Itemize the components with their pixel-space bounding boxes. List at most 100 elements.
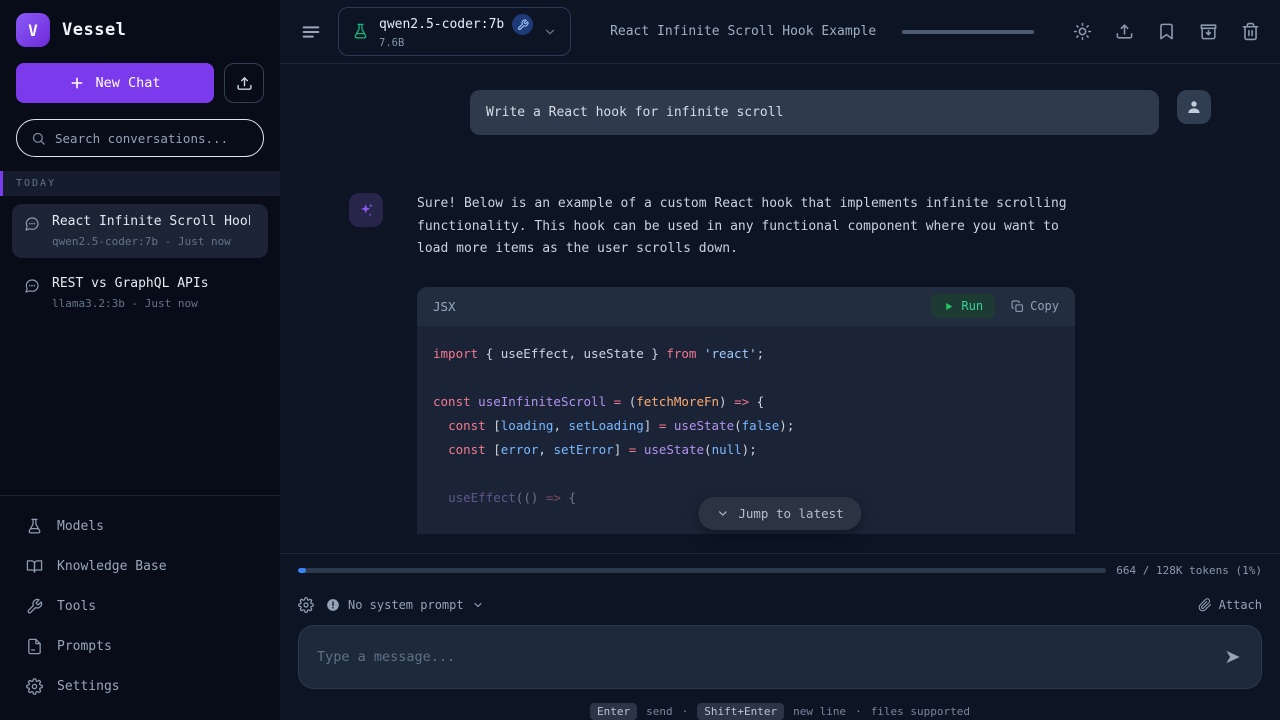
composer-hints: Enter send · Shift+Enter new line · file… <box>298 703 1262 720</box>
user-message-row: Write a React hook for infinite scroll <box>349 90 1211 135</box>
assistant-intro-text: Sure! Below is an example of a custom Re… <box>417 193 1069 261</box>
code-language-label: JSX <box>433 299 456 314</box>
sidebar-actions: New Chat <box>0 59 280 103</box>
sidebar-item-models[interactable]: Models <box>8 506 272 546</box>
paperclip-icon <box>1198 598 1212 612</box>
sidebar-item-label: Settings <box>57 679 120 694</box>
trash-icon[interactable] <box>1241 22 1260 41</box>
flask-icon <box>352 23 369 40</box>
shift-enter-key-hint: Shift+Enter <box>697 703 784 720</box>
assistant-avatar <box>349 193 383 227</box>
model-info: qwen2.5-coder:7b 7.6B <box>379 14 533 49</box>
conversation-title: REST vs GraphQL APIs <box>52 276 209 291</box>
sidebar-item-knowledge-base[interactable]: Knowledge Base <box>8 546 272 586</box>
brand-row: V Vessel <box>0 0 280 59</box>
chevron-down-icon <box>472 599 484 611</box>
sidebar-nav: Models Knowledge Base Tools Prompts <box>0 495 280 720</box>
jump-to-latest-label: Jump to latest <box>738 506 843 521</box>
run-code-button[interactable]: Run <box>931 294 995 318</box>
sidebar-item-prompts[interactable]: Prompts <box>8 626 272 666</box>
message-input[interactable] <box>317 647 1211 667</box>
topbar: qwen2.5-coder:7b 7.6B React Infinite Scr… <box>280 0 1280 64</box>
sidebar-item-tools[interactable]: Tools <box>8 586 272 626</box>
attach-label: Attach <box>1219 598 1262 612</box>
topbar-actions <box>1073 22 1260 41</box>
copy-code-button[interactable]: Copy <box>1011 299 1059 313</box>
conversations-section-header: TODAY <box>0 171 280 196</box>
files-supported-hint: files supported <box>871 705 970 718</box>
main-area: qwen2.5-coder:7b 7.6B React Infinite Scr… <box>280 0 1280 720</box>
code-actions: Run Copy <box>931 294 1059 318</box>
conversation-item[interactable]: REST vs GraphQL APIs llama3.2:3b - Just … <box>12 266 268 320</box>
sidebar-spacer <box>0 320 280 495</box>
jump-to-latest-button[interactable]: Jump to latest <box>698 497 861 530</box>
import-chat-button[interactable] <box>224 63 264 103</box>
enter-key-hint: Enter <box>590 703 637 720</box>
conversation-meta: qwen2.5-coder:7b - Just now <box>52 235 250 248</box>
conversation-item-active[interactable]: React Infinite Scroll Hook Ex… qwen2.5-c… <box>12 204 268 258</box>
theme-toggle-sun-icon[interactable] <box>1073 22 1092 41</box>
search-conversations-box[interactable] <box>16 119 264 157</box>
logo-letter: V <box>28 21 38 40</box>
code-line: const [error, setError] = useState(null)… <box>433 438 1059 462</box>
conversation-texts: REST vs GraphQL APIs llama3.2:3b - Just … <box>52 276 209 310</box>
enter-action-hint: send <box>646 705 673 718</box>
share-icon[interactable] <box>1115 22 1134 41</box>
chat-bubble-icon <box>24 216 40 248</box>
shift-enter-action-hint: new line <box>793 705 846 718</box>
code-line: const useInfiniteScroll = (fetchMoreFn) … <box>433 390 1059 414</box>
message-input-box <box>298 625 1262 689</box>
hint-separator: · <box>682 705 689 718</box>
play-icon <box>943 301 954 312</box>
topbar-center: React Infinite Scroll Hook Example <box>587 24 1057 39</box>
copy-label: Copy <box>1030 299 1059 313</box>
sparkles-icon <box>357 201 376 220</box>
system-prompt-selector[interactable]: No system prompt <box>326 598 484 612</box>
model-size: 7.6B <box>379 37 533 49</box>
upload-icon <box>236 75 253 92</box>
vessel-logo: V <box>16 13 50 47</box>
sidebar-item-label: Knowledge Base <box>57 559 167 574</box>
composer-settings-gear-icon[interactable] <box>298 597 314 613</box>
page-title: React Infinite Scroll Hook Example <box>610 24 876 39</box>
send-icon <box>1223 647 1243 667</box>
chevron-down-icon <box>716 507 729 520</box>
sidebar-item-settings[interactable]: Settings <box>8 666 272 706</box>
section-label: TODAY <box>16 178 56 189</box>
wrench-badge-icon <box>512 14 533 35</box>
app-root: V Vessel New Chat TODAY <box>0 0 1280 720</box>
plus-icon <box>69 75 85 91</box>
code-line: import { useEffect, useState } from 'rea… <box>433 342 1059 366</box>
sidebar-item-label: Models <box>57 519 104 534</box>
search-conversations-input[interactable] <box>55 131 249 146</box>
info-icon <box>326 598 340 612</box>
chevron-down-icon <box>543 25 557 39</box>
archive-icon[interactable] <box>1199 22 1218 41</box>
flask-icon <box>26 518 43 535</box>
search-icon <box>31 131 46 146</box>
menu-icon[interactable] <box>300 21 322 43</box>
user-avatar <box>1177 90 1211 124</box>
header-progress-bar <box>902 30 1034 34</box>
code-block-header: JSX Run <box>417 287 1075 326</box>
person-icon <box>1185 98 1203 116</box>
chat-area: Write a React hook for infinite scroll <box>280 64 1280 553</box>
composer-controls-left: No system prompt <box>298 597 484 613</box>
attach-button[interactable]: Attach <box>1198 598 1262 612</box>
bookmark-icon[interactable] <box>1157 22 1176 41</box>
conversation-title: React Infinite Scroll Hook Ex… <box>52 214 250 229</box>
assistant-message-row: Sure! Below is an example of a custom Re… <box>349 193 1211 534</box>
send-button[interactable] <box>1223 647 1243 667</box>
composer-controls-row: No system prompt Attach <box>298 597 1262 613</box>
new-chat-button[interactable]: New Chat <box>16 63 214 103</box>
model-selector[interactable]: qwen2.5-coder:7b 7.6B <box>338 7 571 56</box>
code-line <box>433 462 1059 486</box>
sidebar-item-label: Tools <box>57 599 96 614</box>
token-usage-bar <box>298 568 1106 573</box>
system-prompt-label: No system prompt <box>348 598 464 612</box>
chat-messages: Write a React hook for infinite scroll <box>349 64 1211 534</box>
assistant-message-content: Sure! Below is an example of a custom Re… <box>417 193 1211 534</box>
token-usage-label: 664 / 128K tokens (1%) <box>1116 564 1262 577</box>
sidebar: V Vessel New Chat TODAY <box>0 0 280 720</box>
copy-icon <box>1011 300 1024 313</box>
